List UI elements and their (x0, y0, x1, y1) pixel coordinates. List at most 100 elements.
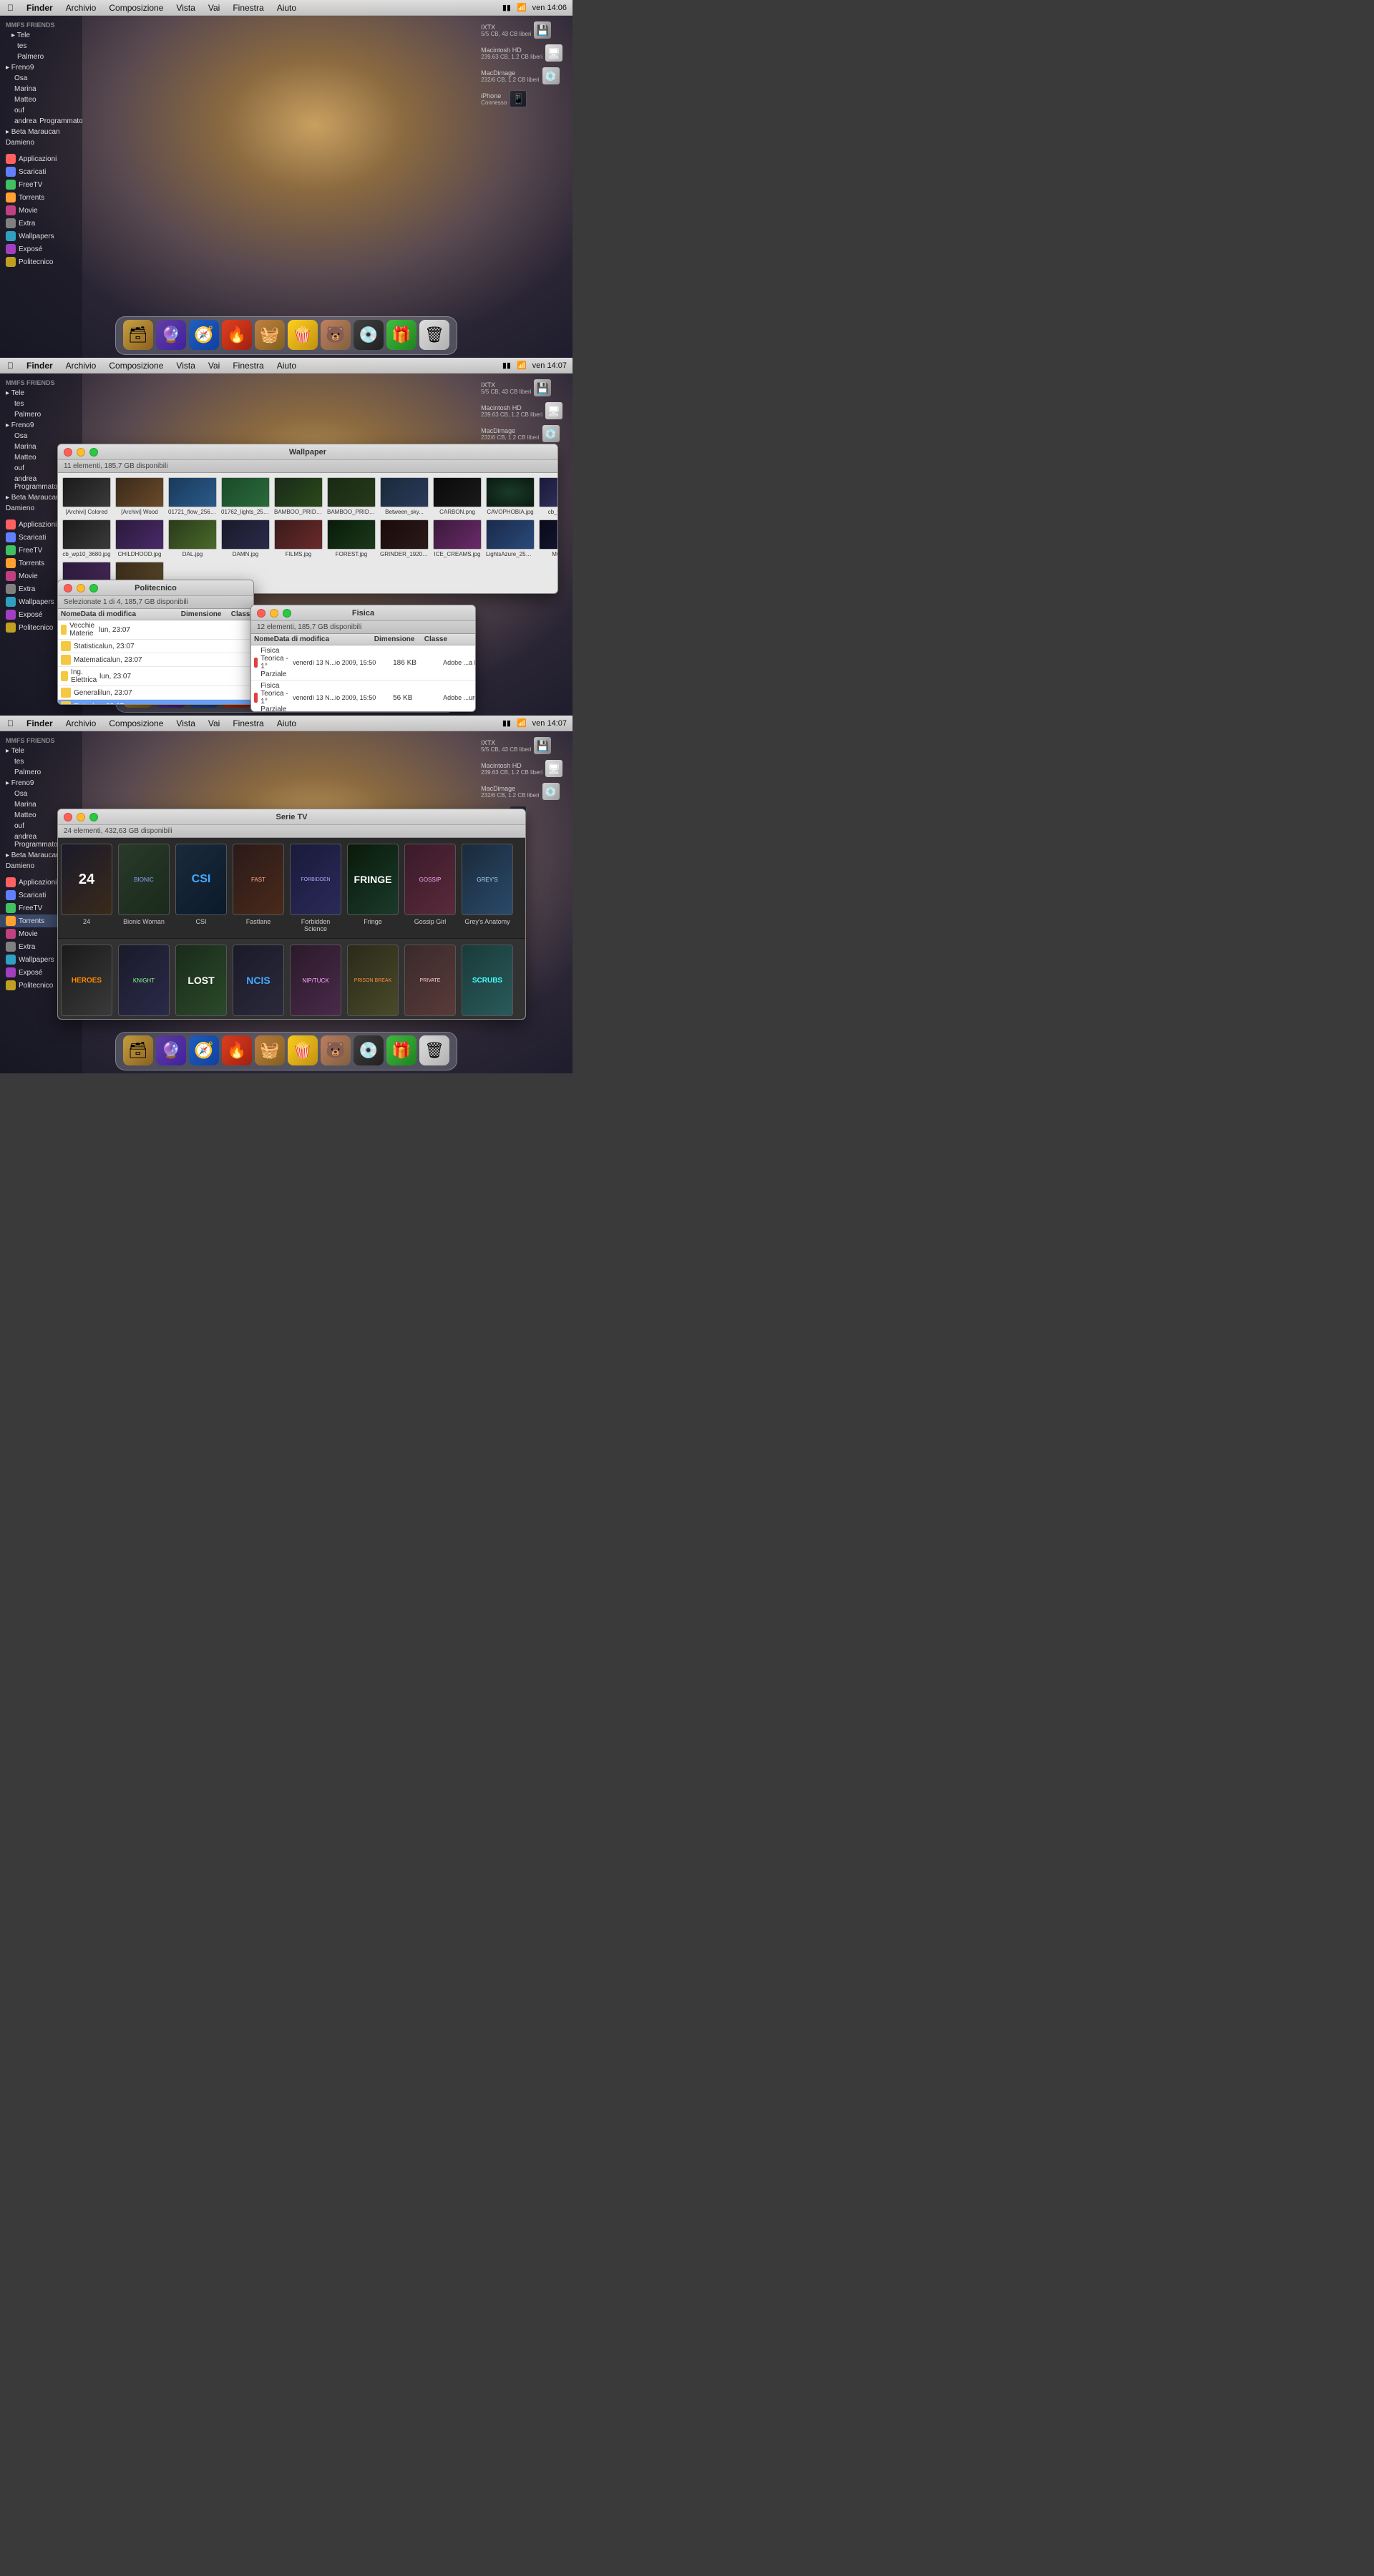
disk-macdesktop-3[interactable]: MacDimage232/6 CB, 1.2 CB liberi 💿 (478, 781, 565, 801)
serietv-item-private[interactable]: PRIVATEPrivate Practice (401, 939, 459, 1019)
serietv-item-prison[interactable]: PRISON BREAKPrison Break (344, 939, 401, 1019)
menubar-finestra-3[interactable]: Finestra (231, 718, 265, 728)
fisica-file-list[interactable]: Nome Data di modifica Dimensione Classe … (251, 634, 475, 711)
menubar-archivio-2[interactable]: Archivio (64, 361, 98, 371)
file-row-statistica[interactable]: Statisticalun, 23:07 (58, 640, 253, 653)
file-row-fisica[interactable]: Fisicalun, 23:07 (58, 700, 253, 704)
disk-macintosh-2[interactable]: Macintosh HD239.63 CB, 1.2 CB liberi 🖥 (478, 401, 565, 421)
politecnico-max-btn[interactable] (89, 584, 98, 592)
wp-thumb-between[interactable]: Between_sky... (379, 476, 430, 517)
dock-icon-treasure[interactable]: 🗃 (123, 320, 153, 350)
disk-macintosh[interactable]: Macintosh HD 239.63 CB, 1.2 CB liberi 🖥 (478, 43, 565, 63)
dock-3-trash[interactable]: 🗑 (419, 1035, 449, 1065)
serietv-min-btn[interactable] (77, 813, 85, 821)
menubar-aiuto-2[interactable]: Aiuto (276, 361, 298, 371)
dock-3-basket[interactable]: 🧺 (255, 1035, 285, 1065)
file-row-generali[interactable]: Generalilun, 23:07 (58, 686, 253, 700)
disk-ixtx[interactable]: IXTX 5/5 CB, 43 CB liberi 💾 (478, 20, 565, 40)
sidebar-nav-torrents[interactable]: Torrents (0, 191, 82, 204)
menubar-apple-2[interactable]:  (6, 361, 15, 371)
sidebar-item-marina[interactable]: Marina (0, 84, 82, 94)
serietv-item-csi[interactable]: CSICSI (172, 838, 230, 938)
menubar-archivio[interactable]: Archivio (64, 3, 98, 13)
menubar-apple[interactable]:  (6, 3, 15, 13)
dock-icon-marble[interactable]: 🔮 (156, 320, 186, 350)
sidebar-item-freno9[interactable]: ▸ Freno9 (0, 62, 82, 73)
disk-ixtx-3[interactable]: IXTX5/5 CB, 43 CB liberi 💾 (478, 736, 565, 756)
menubar-aiuto[interactable]: Aiuto (276, 3, 298, 13)
menubar-finestra-2[interactable]: Finestra (231, 361, 265, 371)
sidebar-3-palmero[interactable]: Palmero (0, 767, 82, 778)
wp-thumb-lightazure[interactable]: LightsAzure_2560.jpg (484, 518, 536, 559)
menubar-vista-2[interactable]: Vista (175, 361, 196, 371)
wp-thumb-moc[interactable]: MOC.jpg (537, 518, 557, 559)
wallpaper-close-btn[interactable] (64, 448, 72, 457)
dock-icon-gift[interactable]: 🎁 (386, 320, 416, 350)
wp-thumb-forest[interactable]: FOREST.jpg (326, 518, 377, 559)
file-row-elettrica[interactable]: Ing. Elettricalun, 23:07 (58, 667, 253, 686)
dock-3-torch[interactable]: 🔥 (222, 1035, 252, 1065)
fisica-min-btn[interactable] (270, 609, 278, 618)
file-row-matematica[interactable]: Matematicalun, 23:07 (58, 653, 253, 667)
serietv-item-bionic[interactable]: BIONICBionic Woman (115, 838, 172, 938)
wp-thumb-damn[interactable]: DAMN.jpg (220, 518, 271, 559)
menubar-vai-2[interactable]: Vai (207, 361, 221, 371)
sidebar-item-damieno[interactable]: Damieno (0, 137, 82, 148)
serietv-item-knight[interactable]: KNIGHTKnight Rider (115, 939, 172, 1019)
wp-thumb-dal[interactable]: DAL.jpg (167, 518, 218, 559)
sidebar-nav-movie[interactable]: Movie (0, 204, 82, 217)
sidebar-nav-politecnico[interactable]: Politecnico (0, 255, 82, 268)
wp-thumb-cavo[interactable]: CAVOPHOBIA.jpg (484, 476, 536, 517)
politecnico-close-btn[interactable] (64, 584, 72, 592)
sidebar-3-tele[interactable]: ▸ Tele (0, 746, 82, 756)
sidebar-nav-expose[interactable]: Exposé (0, 243, 82, 255)
menubar-vai-3[interactable]: Vai (207, 718, 221, 728)
politecnico-file-list[interactable]: Nome Data di modifica Dimensione Classe … (58, 609, 253, 704)
sidebar-2-tele[interactable]: ▸ Tele (0, 388, 82, 399)
sidebar-item-osa[interactable]: Osa (0, 73, 82, 84)
sidebar-item-matteo[interactable]: Matteo (0, 94, 82, 105)
wp-thumb-bamboo2[interactable]: BAMBOO_PRIDE2.jpg (326, 476, 377, 517)
sidebar-2-freno9[interactable]: ▸ Freno9 (0, 420, 82, 431)
wp-thumb-01721[interactable]: 01721_flow_2560x1600.JPG (167, 476, 218, 517)
sidebar-2-osa[interactable]: Osa (0, 431, 82, 441)
wp-thumb-bamboo1[interactable]: BAMBOO_PRIDE.jpg (273, 476, 324, 517)
sidebar-nav-freetv[interactable]: FreeTV (0, 178, 82, 191)
sidebar-nav-scaricati[interactable]: Scaricati (0, 165, 82, 178)
dock-icon-basket[interactable]: 🧺 (255, 320, 285, 350)
wp-thumb-cb1[interactable]: cb_wp_11... (537, 476, 557, 517)
file-row-vecchie[interactable]: Vecchie Materielun, 23:07 (58, 620, 253, 640)
disk-iphone[interactable]: iPhone Connesso 📱 (478, 89, 565, 109)
sidebar-2-tes[interactable]: tes (0, 399, 82, 409)
fisica-max-btn[interactable] (283, 609, 291, 618)
dock-icon-disk[interactable]: 💿 (354, 320, 384, 350)
dock-icon-trash[interactable]: 🗑 (419, 320, 449, 350)
wp-thumb-01762[interactable]: 01762_lights_2560x1600.JPG (220, 476, 271, 517)
serietv-item-niptuck[interactable]: NIP/TUCKNip/Tuck (287, 939, 344, 1019)
wp-thumb-cb10[interactable]: cb_wp10_3680.jpg (61, 518, 112, 559)
disk-macintosh-3[interactable]: Macintosh HD239.63 CB, 1.2 CB liberi 🖥 (478, 758, 565, 779)
serietv-item-scrubs[interactable]: SCRUBSScrubs (459, 939, 516, 1019)
dock-3-bear[interactable]: 🐻 (321, 1035, 351, 1065)
wallpaper-min-btn[interactable] (77, 448, 85, 457)
menubar-finder-3[interactable]: Finder (25, 718, 54, 728)
dock-icon-safari[interactable]: 🧭 (189, 320, 219, 350)
dock-3-safari[interactable]: 🧭 (189, 1035, 219, 1065)
menubar-finder[interactable]: Finder (25, 3, 54, 13)
sidebar-item-ouf[interactable]: ouf (0, 105, 82, 116)
wp-thumb-carbon[interactable]: CARBON.png (432, 476, 483, 517)
sidebar-item-andrea[interactable]: andrea Programmatore (0, 116, 82, 127)
dock-icon-popcorn[interactable]: 🍿 (288, 320, 318, 350)
wp-thumb-icecreams[interactable]: ICE_CREAMS.jpg (432, 518, 483, 559)
fisica-file-1[interactable]: Fisica Teorica - 1° Parzialevenerdì 13 N… (251, 645, 475, 680)
sidebar-nav-applicazioni[interactable]: Applicazioni (0, 152, 82, 165)
menubar-composizione-3[interactable]: Composizione (107, 718, 165, 728)
menubar-aiuto-3[interactable]: Aiuto (276, 718, 298, 728)
serietv-max-btn[interactable] (89, 813, 98, 821)
serietv-item-fastlane[interactable]: FASTFastlane (230, 838, 287, 938)
sidebar-item-tes[interactable]: tes (0, 41, 82, 52)
serietv-item-grey[interactable]: GREY'SGrey's Anatomy (459, 838, 516, 938)
dock-icon-torch[interactable]: 🔥 (222, 320, 252, 350)
politecnico-min-btn[interactable] (77, 584, 85, 592)
wallpaper-max-btn[interactable] (89, 448, 98, 457)
